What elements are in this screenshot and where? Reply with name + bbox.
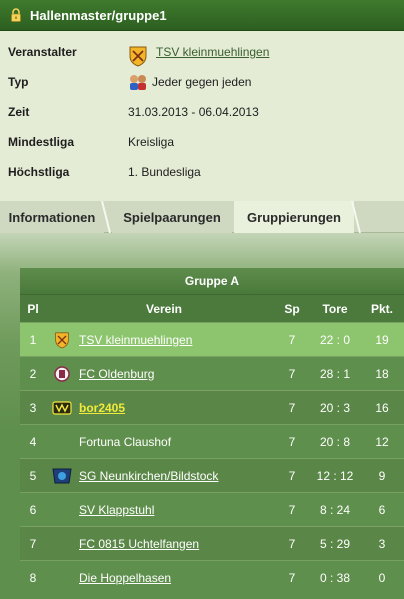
- played-cell: 7: [288, 434, 296, 449]
- goals-cell: 12 : 12: [316, 468, 354, 483]
- zeit-label: Zeit: [8, 105, 30, 119]
- played-cell: 7: [288, 468, 296, 483]
- played-cell: 7: [288, 366, 296, 381]
- mindestliga-label: Mindestliga: [8, 135, 75, 149]
- tab-gruppierungen[interactable]: Gruppierungen: [234, 201, 354, 233]
- tab-informationen[interactable]: Informationen: [0, 201, 104, 233]
- table-row: 5 SG Neunkirchen/Bildstock 7 12 : 12 9: [20, 458, 404, 492]
- sg-neunkirchen-crest-icon: [52, 468, 72, 483]
- veranstalter-link[interactable]: TSV kleinmuehlingen: [156, 45, 269, 59]
- team-name: Fortuna Claushof: [79, 434, 172, 449]
- team-link[interactable]: SG Neunkirchen/Bildstock: [79, 459, 218, 492]
- rank-cell: 7: [29, 536, 37, 551]
- lock-icon: [11, 8, 21, 22]
- table-row: 1 TSV kleinmuehlingen 7 22 : 0 19: [20, 322, 404, 356]
- versus-icon: [130, 75, 146, 90]
- page-header: Hallenmaster/gruppe1: [0, 0, 404, 31]
- goals-cell: 28 : 1: [319, 366, 351, 381]
- header-verein: Verein: [145, 301, 183, 316]
- group-title: Gruppe A: [20, 268, 404, 295]
- table-row: 2 FC Oldenburg 7 28 : 1 18: [20, 356, 404, 390]
- team-link[interactable]: TSV kleinmuehlingen: [79, 323, 192, 356]
- typ-label: Typ: [8, 75, 29, 89]
- team-link[interactable]: bor2405: [79, 391, 125, 424]
- points-cell: 12: [375, 434, 389, 449]
- info-row-mindestliga: Mindestliga Kreisliga: [0, 132, 404, 152]
- fc-oldenburg-crest-icon: [54, 365, 70, 382]
- played-cell: 7: [288, 570, 296, 585]
- table-row: 6 SV Klappstuhl 7 8 : 24 6: [20, 492, 404, 526]
- standings-table: Gruppe A Pl Verein Sp Tore Pkt. 1 TSV kl…: [20, 268, 404, 594]
- table-row: 3 bor2405 7 20 : 3 16: [20, 390, 404, 424]
- goals-cell: 0 : 38: [319, 570, 351, 585]
- team-crest-icon: [129, 46, 147, 67]
- played-cell: 7: [288, 502, 296, 517]
- goals-cell: 8 : 24: [319, 502, 351, 517]
- info-row-zeit: Zeit 31.03.2013 - 06.04.2013: [0, 102, 404, 122]
- bor2405-crest-icon: [52, 400, 72, 415]
- points-cell: 18: [375, 366, 389, 381]
- rank-cell: 5: [29, 468, 37, 483]
- typ-value: Jeder gegen jeden: [152, 75, 252, 89]
- rank-cell: 4: [29, 434, 37, 449]
- zeit-value: 31.03.2013 - 06.04.2013: [128, 105, 259, 119]
- header-sp: Sp: [284, 301, 300, 316]
- tab-separator: [351, 201, 361, 233]
- goals-cell: 22 : 0: [319, 332, 351, 347]
- rank-cell: 6: [29, 502, 37, 517]
- rank-cell: 3: [29, 400, 37, 415]
- table-row: 4 Fortuna Claushof 7 20 : 8 12: [20, 424, 404, 458]
- page-title: Hallenmaster/gruppe1: [30, 7, 167, 23]
- header-tore: Tore: [322, 301, 348, 316]
- goals-cell: 20 : 3: [319, 400, 351, 415]
- rank-cell: 1: [29, 332, 37, 347]
- rank-cell: 2: [29, 366, 37, 381]
- goals-cell: 20 : 8: [319, 434, 351, 449]
- team-link[interactable]: SV Klappstuhl: [79, 493, 154, 526]
- info-row-hoechstliga: Höchstliga 1. Bundesliga: [0, 162, 404, 182]
- points-cell: 0: [378, 570, 386, 585]
- info-row-typ: Typ Jeder gegen jeden: [0, 72, 404, 92]
- mindestliga-value: Kreisliga: [128, 135, 175, 149]
- points-cell: 6: [378, 502, 386, 517]
- tab-spielpaarungen[interactable]: Spielpaarungen: [112, 201, 232, 233]
- points-cell: 3: [378, 536, 386, 551]
- goals-cell: 5 : 29: [319, 536, 351, 551]
- played-cell: 7: [288, 400, 296, 415]
- points-cell: 9: [378, 468, 386, 483]
- team-link[interactable]: FC 0815 Uchtelfangen: [79, 527, 199, 560]
- team-link[interactable]: FC Oldenburg: [79, 357, 154, 390]
- info-row-veranstalter: Veranstalter TSV kleinmuehlingen: [0, 42, 404, 67]
- tsv-crest-icon: [55, 331, 69, 348]
- rank-cell: 8: [29, 570, 37, 585]
- table-header: Pl Verein Sp Tore Pkt.: [20, 295, 404, 322]
- hoechstliga-label: Höchstliga: [8, 165, 70, 179]
- tab-bar: Informationen Spielpaarungen Gruppierung…: [0, 201, 404, 233]
- tournament-info: Veranstalter TSV kleinmuehlingen Typ Jed…: [0, 31, 404, 201]
- veranstalter-label: Veranstalter: [8, 45, 77, 59]
- points-cell: 16: [375, 400, 389, 415]
- table-row: 8 Die Hoppelhasen 7 0 : 38 0: [20, 560, 404, 594]
- played-cell: 7: [288, 332, 296, 347]
- team-link[interactable]: Die Hoppelhasen: [79, 561, 171, 594]
- played-cell: 7: [288, 536, 296, 551]
- table-row: 7 FC 0815 Uchtelfangen 7 5 : 29 3: [20, 526, 404, 560]
- tab-separator: [101, 201, 111, 233]
- hoechstliga-value: 1. Bundesliga: [128, 165, 201, 179]
- header-pl: Pl: [27, 301, 39, 316]
- points-cell: 19: [375, 332, 389, 347]
- header-pkt: Pkt.: [370, 301, 393, 316]
